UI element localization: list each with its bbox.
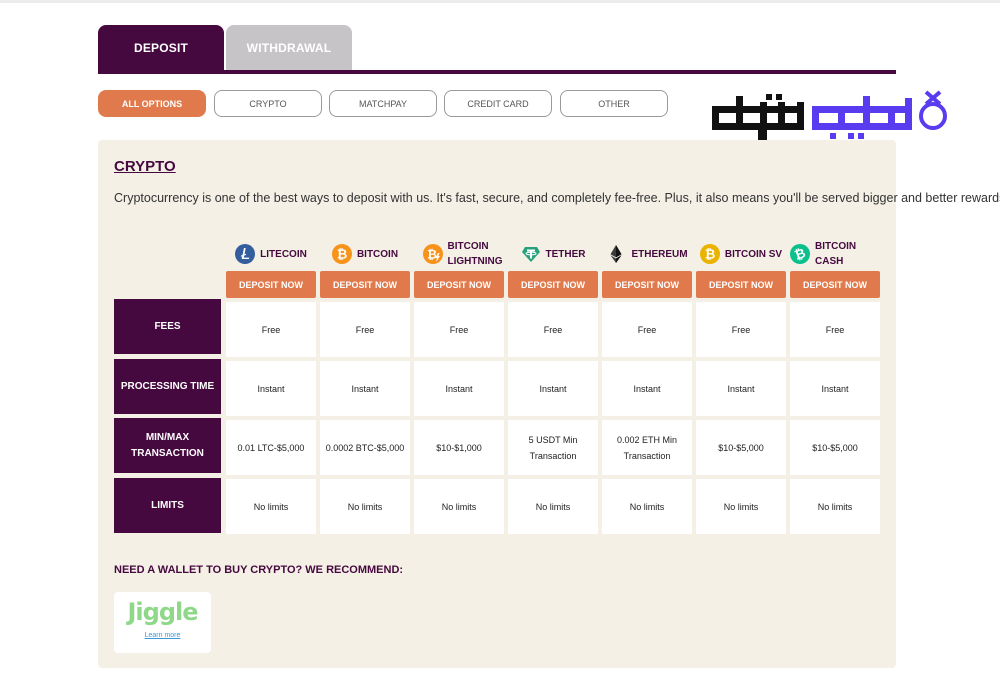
coin-header-bitcoin-sv: ₿ BITCOIN SV bbox=[696, 235, 786, 273]
table-cell: Instant bbox=[790, 361, 880, 416]
row-label-fees: FEES bbox=[114, 299, 221, 354]
wallet-card-jiggle[interactable]: Jiggle Learn more bbox=[114, 592, 211, 653]
coin-name: TETHER bbox=[545, 248, 586, 260]
section-description: Cryptocurrency is one of the best ways t… bbox=[114, 191, 1000, 205]
deposit-now-button-litecoin[interactable]: DEPOSIT NOW bbox=[226, 271, 316, 298]
table-cell: 0.002 ETH Min Transaction bbox=[602, 420, 692, 475]
site-logo bbox=[708, 88, 953, 144]
table-cell: Free bbox=[414, 302, 504, 357]
coin-header-bitcoin: ₿ BITCOIN bbox=[320, 235, 410, 273]
jiggle-logo: Jiggle bbox=[127, 598, 198, 626]
learn-more-link[interactable]: Learn more bbox=[114, 632, 211, 639]
filter-credit-card[interactable]: CREDIT CARD bbox=[444, 90, 552, 117]
litecoin-icon bbox=[235, 244, 256, 264]
table-cell: Instant bbox=[226, 361, 316, 416]
tab-deposit[interactable]: DEPOSIT bbox=[98, 25, 224, 71]
tab-underline bbox=[98, 70, 896, 74]
table-cell: Free bbox=[696, 302, 786, 357]
deposit-now-button-bitcoin-sv[interactable]: DEPOSIT NOW bbox=[696, 271, 786, 298]
table-cell: Instant bbox=[320, 361, 410, 416]
coin-header-tether: TETHER bbox=[508, 235, 598, 273]
row-label-limits: LIMITS bbox=[114, 478, 221, 533]
table-cell: $10-$1,000 bbox=[414, 420, 504, 475]
coin-header-litecoin: LITECOIN bbox=[226, 235, 316, 273]
row-label-processing-time: PROCESSING TIME bbox=[114, 359, 221, 414]
table-cell: Free bbox=[508, 302, 598, 357]
table-cell: 5 USDT Min Transaction bbox=[508, 420, 598, 475]
table-cell: Instant bbox=[602, 361, 692, 416]
deposit-now-button-ethereum[interactable]: DEPOSIT NOW bbox=[602, 271, 692, 298]
section-title: CRYPTO bbox=[114, 158, 176, 175]
coin-header-bitcoin-lightning: ₿ BITCOIN LIGHTNING bbox=[414, 235, 504, 273]
ethereum-icon bbox=[610, 245, 622, 263]
svg-text:₿: ₿ bbox=[705, 248, 716, 263]
coin-name: ETHEREUM bbox=[631, 248, 688, 260]
table-cell: $10-$5,000 bbox=[696, 420, 786, 475]
coin-name: BITCOIN LIGHTNING bbox=[447, 241, 503, 267]
filter-crypto[interactable]: CRYPTO bbox=[214, 90, 322, 117]
filter-all-options[interactable]: ALL OPTIONS bbox=[98, 90, 206, 117]
row-label-min-max-transaction: MIN/MAX TRANSACTION bbox=[114, 418, 221, 473]
table-cell: Instant bbox=[414, 361, 504, 416]
coin-header-bitcoin-cash: ₿ BITCOIN CASH bbox=[790, 235, 880, 273]
table-cell: 0.01 LTC-$5,000 bbox=[226, 420, 316, 475]
bitcoin-lightning-icon: ₿ bbox=[422, 244, 443, 264]
coin-header-ethereum: ETHEREUM bbox=[602, 235, 692, 273]
table-cell: Free bbox=[320, 302, 410, 357]
deposit-now-button-bitcoin-cash[interactable]: DEPOSIT NOW bbox=[790, 271, 880, 298]
crypto-panel: CRYPTO Cryptocurrency is one of the best… bbox=[98, 140, 1000, 668]
coin-name: BITCOIN CASH bbox=[815, 241, 857, 267]
bitcoin-cash-icon: ₿ bbox=[790, 244, 810, 264]
table-cell: Instant bbox=[508, 361, 598, 416]
bitcoin-icon: ₿ bbox=[331, 244, 352, 264]
coin-name: BITCOIN bbox=[356, 248, 399, 260]
table-cell: No limits bbox=[790, 479, 880, 534]
payment-tabs: DEPOSIT WITHDRAWAL bbox=[98, 25, 896, 75]
table-cell: 0.0002 BTC-$5,000 bbox=[320, 420, 410, 475]
deposit-now-button-bitcoin-lightning[interactable]: DEPOSIT NOW bbox=[414, 271, 504, 298]
tether-icon bbox=[521, 247, 540, 262]
table-cell: No limits bbox=[320, 479, 410, 534]
table-cell: No limits bbox=[508, 479, 598, 534]
tab-withdrawal[interactable]: WITHDRAWAL bbox=[226, 25, 352, 71]
table-cell: Free bbox=[602, 302, 692, 357]
wallet-recommendation-title: NEED A WALLET TO BUY CRYPTO? WE RECOMMEN… bbox=[114, 564, 404, 576]
filter-matchpay[interactable]: MATCHPAY bbox=[329, 90, 437, 117]
table-cell: No limits bbox=[226, 479, 316, 534]
coin-name: LITECOIN bbox=[260, 248, 307, 260]
filter-other[interactable]: OTHER bbox=[560, 90, 668, 117]
table-cell: Free bbox=[790, 302, 880, 357]
table-cell: No limits bbox=[414, 479, 504, 534]
top-divider bbox=[0, 0, 1000, 3]
deposit-now-button-tether[interactable]: DEPOSIT NOW bbox=[508, 271, 598, 298]
bitcoin-sv-icon: ₿ bbox=[699, 244, 720, 264]
table-cell: No limits bbox=[696, 479, 786, 534]
table-cell: No limits bbox=[602, 479, 692, 534]
table-cell: Instant bbox=[696, 361, 786, 416]
svg-text:₿: ₿ bbox=[337, 248, 348, 263]
svg-text:₿: ₿ bbox=[427, 248, 437, 262]
coin-name: BITCOIN SV bbox=[724, 248, 783, 260]
table-cell: Free bbox=[226, 302, 316, 357]
deposit-now-button-bitcoin[interactable]: DEPOSIT NOW bbox=[320, 271, 410, 298]
table-cell: $10-$5,000 bbox=[790, 420, 880, 475]
